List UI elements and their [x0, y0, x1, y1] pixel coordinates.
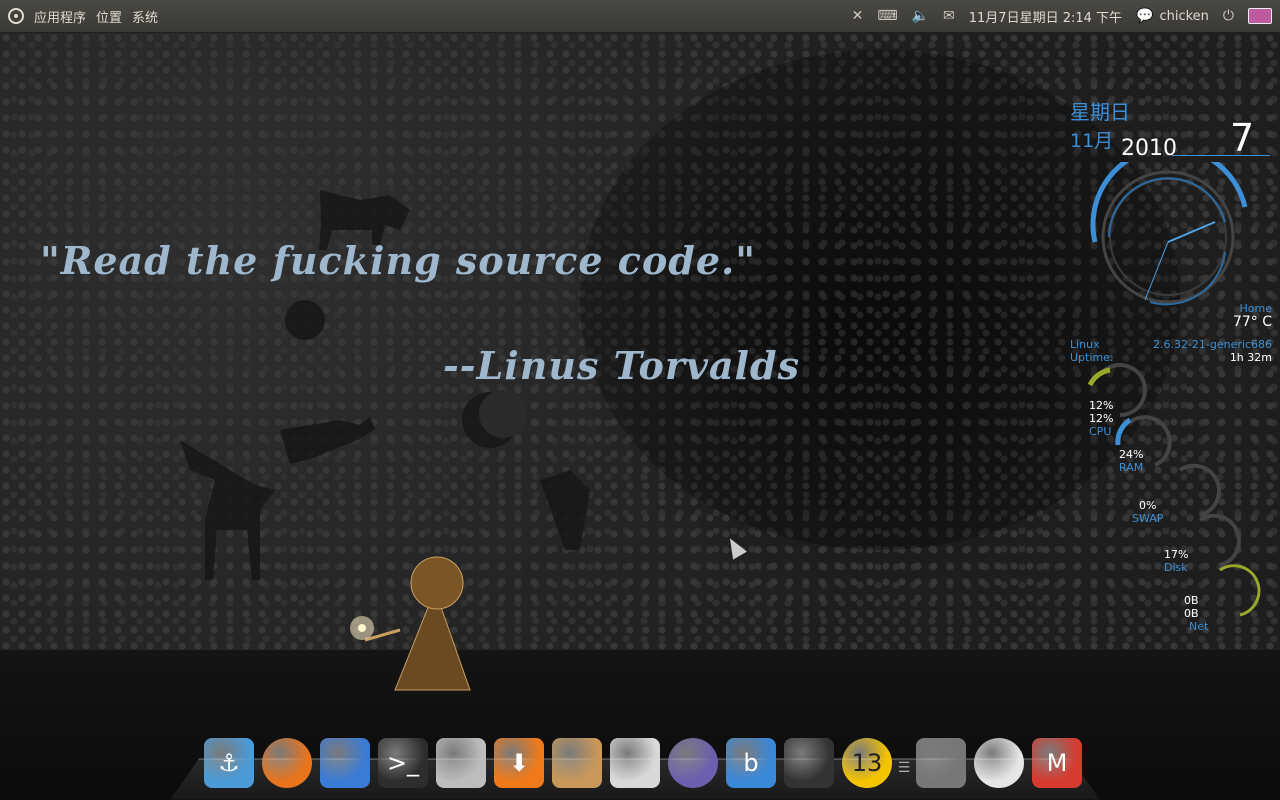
dock-separator: ☰	[897, 760, 911, 776]
keyboard-icon[interactable]: ⌨	[877, 8, 897, 24]
menu-applications[interactable]: 应用程序	[34, 7, 86, 26]
net-down-value: 0B	[1184, 607, 1199, 620]
power-icon[interactable]: ⏻	[1223, 8, 1234, 24]
child-figure	[350, 556, 471, 691]
trash-icon[interactable]	[916, 738, 966, 788]
firefox-icon[interactable]	[262, 738, 312, 788]
software-center-icon[interactable]	[552, 738, 602, 788]
swap-label: SWAP	[1132, 512, 1164, 525]
calculator-icon[interactable]	[436, 738, 486, 788]
anchor-icon[interactable]: ⚓	[204, 738, 254, 788]
aperture-icon[interactable]	[668, 738, 718, 788]
conky-weekday: 星期日	[1070, 100, 1130, 124]
ubuntu-logo-icon[interactable]	[8, 8, 24, 24]
wallpaper-quote: "Read the fucking source code."	[40, 238, 757, 283]
net-up-value: 0B	[1184, 594, 1199, 607]
conky-day: 7	[1230, 116, 1255, 160]
disk-value: 17%	[1164, 548, 1189, 561]
menu-places[interactable]: 位置	[96, 7, 122, 26]
conky-widget: 星期日 11月 2010 7 Home 77° C Linux 2.6.32-2…	[1060, 90, 1275, 640]
cpu2-value: 12%	[1089, 412, 1114, 425]
swap-value: 0%	[1139, 499, 1157, 512]
chat-status-icon[interactable]: 💬	[1136, 8, 1153, 24]
terminal-icon[interactable]: >_	[378, 738, 428, 788]
b-app-icon[interactable]: b	[726, 738, 776, 788]
clock-icon[interactable]	[974, 738, 1024, 788]
disk-label: Disk	[1164, 561, 1188, 574]
session-icon[interactable]	[1248, 8, 1272, 24]
conky-year: 2010	[1121, 136, 1177, 161]
top-panel: 应用程序 位置 系统 ✕ ⌨ 🔈 ✉ 11月7日星期日 2:14 下午 💬 ch…	[0, 0, 1280, 33]
camera-icon[interactable]	[610, 738, 660, 788]
network-icon[interactable]: ✕	[852, 8, 864, 24]
clock-datetime[interactable]: 11月7日星期日 2:14 下午	[969, 7, 1122, 26]
billiard-ball-icon[interactable]: 13	[842, 738, 892, 788]
user-name[interactable]: chicken	[1159, 9, 1208, 24]
kernel-version: 2.6.32-21-generic686	[1152, 338, 1272, 351]
conky-clock-gauge	[1090, 162, 1248, 306]
volume-icon[interactable]: 🔈	[912, 8, 929, 24]
download-icon[interactable]: ⬇	[494, 738, 544, 788]
cpu1-value: 12%	[1089, 399, 1114, 412]
dock: ⚓ >_ ⬇ b 13 ☰ M	[204, 734, 1082, 788]
mail-icon[interactable]: ✉	[943, 8, 955, 24]
conky-divider	[1172, 155, 1270, 156]
windows-app-icon[interactable]	[320, 738, 370, 788]
wallpaper-author: --Linus Torvalds	[443, 343, 800, 388]
cpu-label: CPU	[1089, 425, 1112, 438]
temperature: 77° C	[1232, 314, 1272, 330]
os-label: Linux	[1070, 338, 1100, 351]
gmail-icon[interactable]: M	[1032, 738, 1082, 788]
clapperboard-icon[interactable]	[784, 738, 834, 788]
ram-label: RAM	[1119, 461, 1144, 474]
menu-system[interactable]: 系统	[132, 7, 158, 26]
net-label: Net	[1189, 620, 1209, 633]
ram-value: 24%	[1119, 448, 1144, 461]
conky-month: 11月	[1070, 130, 1114, 152]
